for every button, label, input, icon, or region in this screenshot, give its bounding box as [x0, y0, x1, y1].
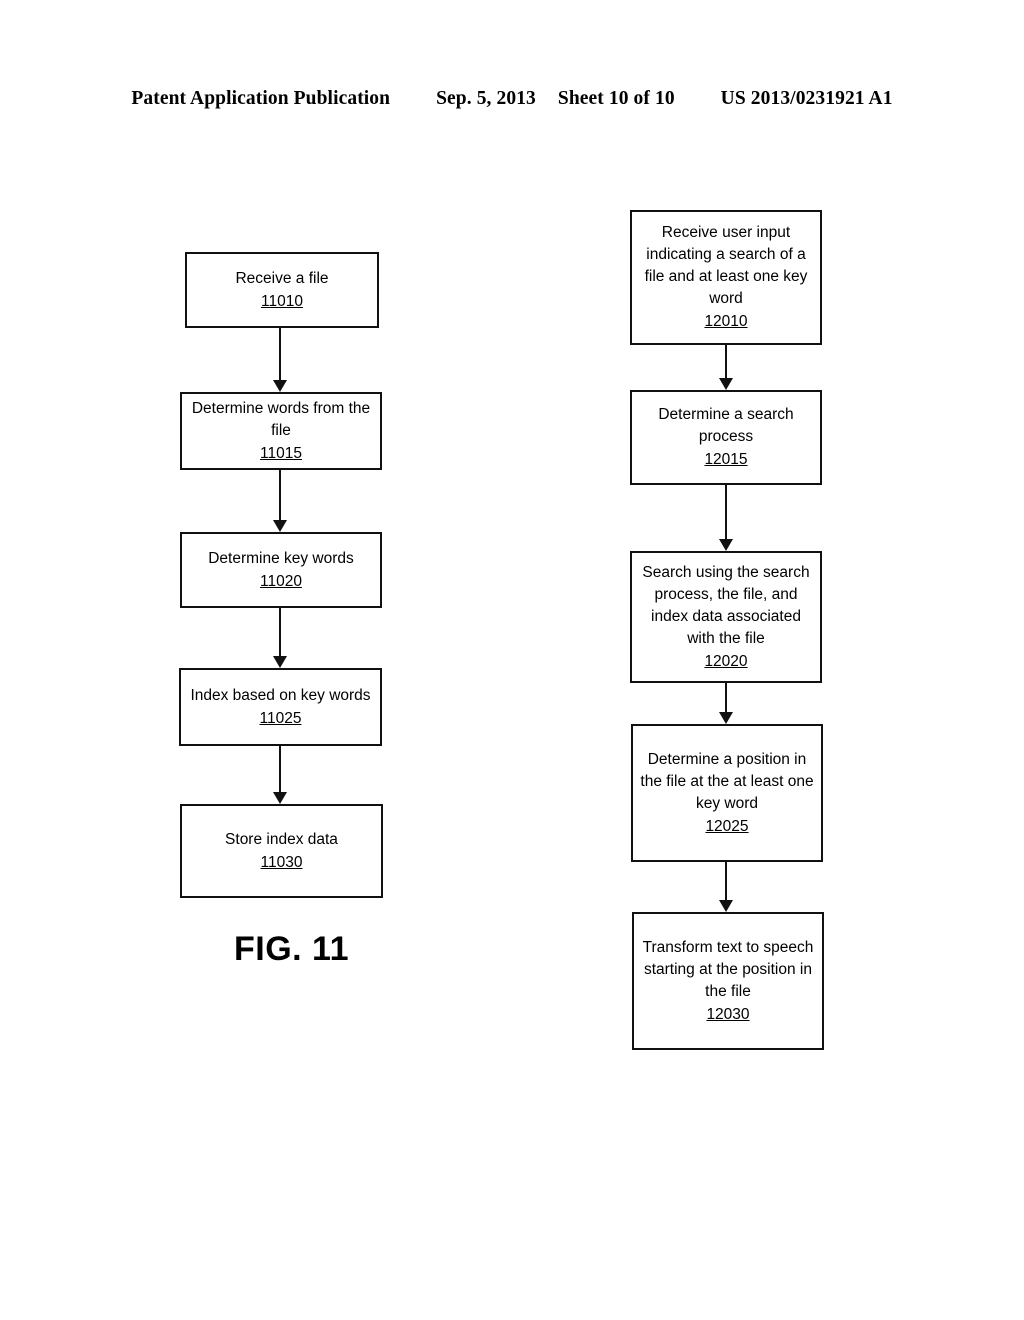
connector-11025-11030: [273, 746, 287, 804]
flow-box-label: Determine key words: [208, 549, 354, 567]
flow-box-11010: Receive a file 11010: [185, 252, 379, 328]
flow-box-label: Determine words from the file: [191, 399, 371, 439]
flow-box-11030: Store index data 11030: [180, 804, 383, 898]
flow-box-reference: 11010: [261, 292, 303, 310]
flow-box-11015: Determine words from the file 11015: [180, 392, 382, 470]
flow-box-12025: Determine a position in the file at the …: [631, 724, 823, 862]
flow-box-label: Store index data: [225, 830, 338, 848]
flow-box-reference: 11020: [260, 572, 302, 590]
flow-box-label: Determine a search process: [658, 406, 794, 445]
connector-11010-11015: [273, 328, 287, 392]
connector-11015-11020: [273, 470, 287, 532]
flow-box-label: Receive user input indicating a search o…: [644, 224, 808, 307]
flow-box-12015: Determine a search process 12015: [630, 390, 822, 485]
figure-11-caption: FIG. 11: [234, 930, 349, 968]
flow-box-12010: Receive user input indicating a search o…: [630, 210, 822, 345]
flow-box-12030: Transform text to speech starting at the…: [632, 912, 824, 1050]
flow-box-label: Transform text to speech starting at the…: [642, 938, 814, 1000]
flow-box-11020: Determine key words 11020: [180, 532, 382, 608]
flow-box-label: Search using the search process, the fil…: [642, 563, 810, 647]
flow-box-reference: 12020: [704, 652, 748, 670]
flow-box-11025: Index based on key words 11025: [179, 668, 382, 746]
flow-box-reference: 12030: [706, 1005, 750, 1023]
flow-box-label: Determine a position in the file at the …: [640, 750, 814, 812]
flow-box-reference: 11030: [260, 853, 303, 871]
flow-box-label: Receive a file: [235, 269, 329, 287]
connector-12020-12025: [719, 683, 733, 724]
figure-11: Receive a file 11010 Determine words fro…: [0, 0, 520, 1320]
flow-box-12020: Search using the search process, the fil…: [630, 551, 822, 683]
flow-box-reference: 11025: [259, 709, 302, 727]
flow-box-reference: 11015: [260, 444, 302, 462]
flow-box-reference: 12010: [704, 313, 748, 330]
flow-box-label: Index based on key words: [190, 686, 371, 704]
flow-box-reference: 12015: [704, 451, 748, 468]
connector-12010-12015: [719, 345, 733, 390]
connector-12025-12030: [719, 862, 733, 912]
connector-11020-11025: [273, 608, 287, 668]
connector-12015-12020: [719, 485, 733, 551]
figure-12: Receive user input indicating a search o…: [480, 0, 1024, 1320]
flow-box-reference: 12025: [705, 817, 749, 835]
